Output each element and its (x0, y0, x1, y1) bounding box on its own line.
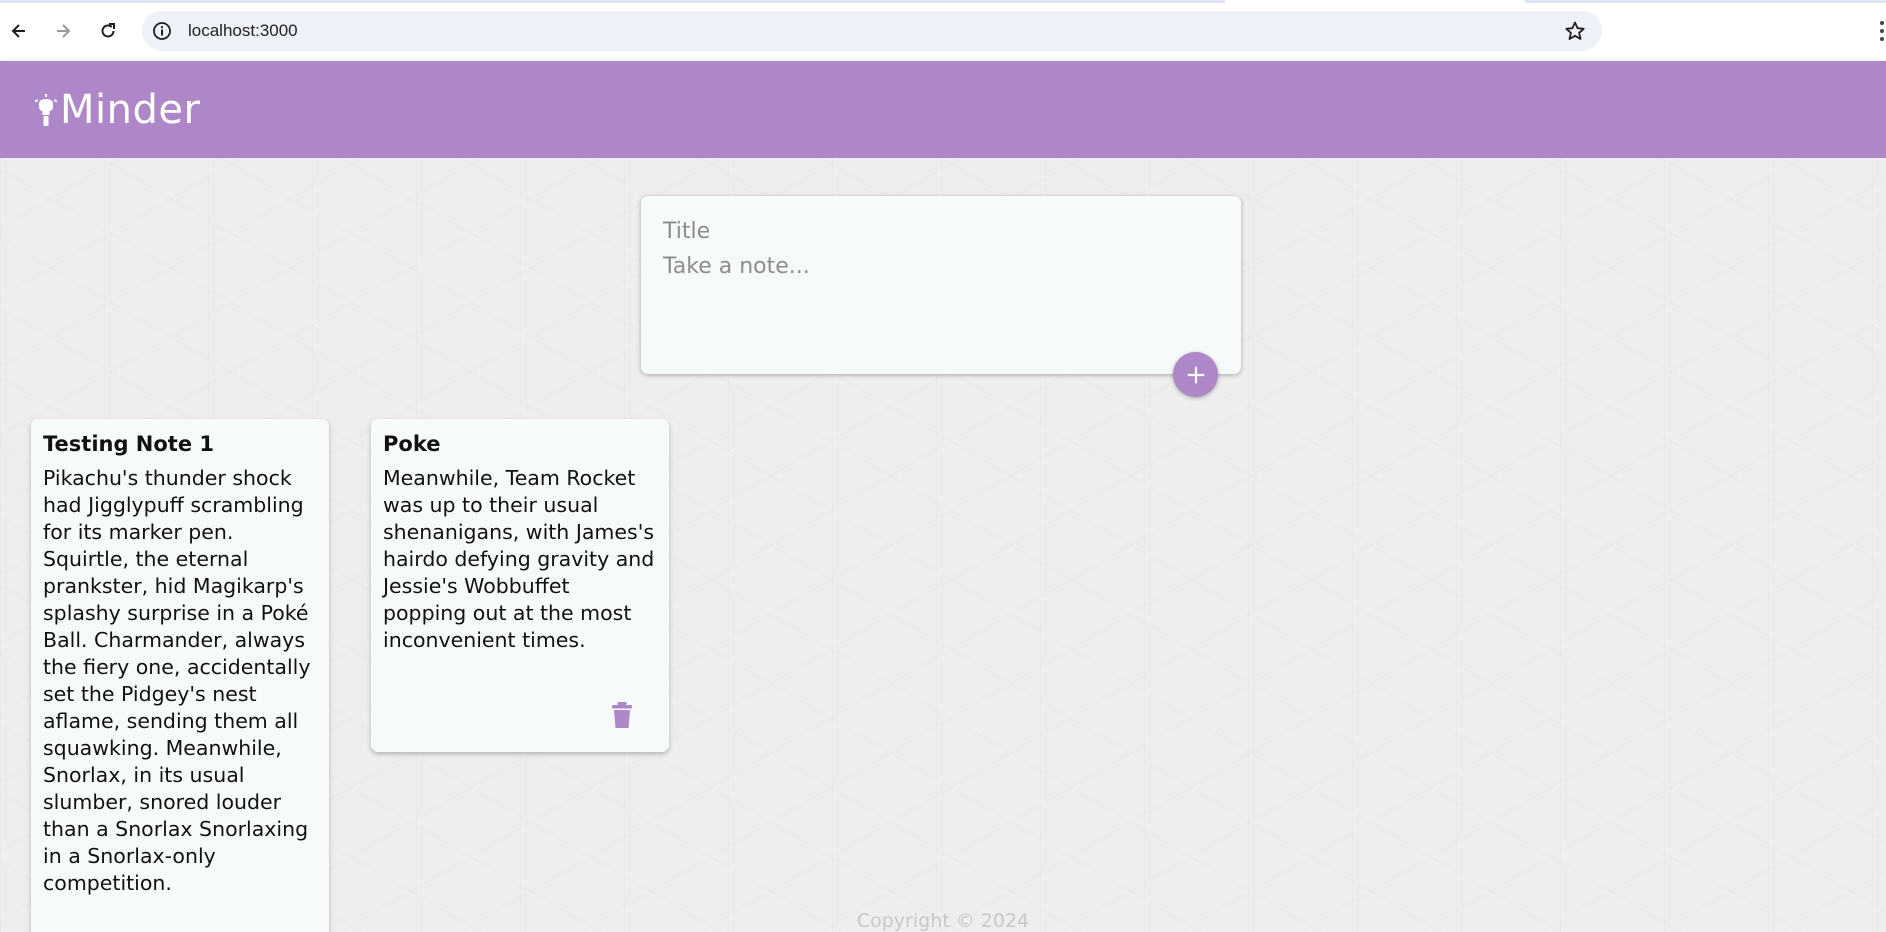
trash-icon (612, 702, 632, 728)
note-card: Poke Meanwhile, Team Rocket was up to th… (371, 419, 669, 752)
note-content: Meanwhile, Team Rocket was up to their u… (383, 466, 655, 652)
star-icon[interactable] (1564, 20, 1586, 42)
add-note-button[interactable] (1173, 352, 1218, 397)
address-bar[interactable]: localhost:3000 (142, 11, 1602, 51)
reload-button[interactable] (93, 16, 123, 46)
footer: Copyright © 2024 (0, 910, 1886, 932)
app-header: Minder (0, 61, 1886, 158)
back-button[interactable] (4, 16, 34, 46)
note-content: Pikachu's thunder shock had Jigglypuff s… (43, 466, 311, 895)
plus-icon (1187, 366, 1204, 383)
url-text[interactable]: localhost:3000 (188, 21, 298, 41)
kebab-menu-icon[interactable] (1874, 18, 1886, 44)
arrow-right-icon (57, 24, 71, 38)
info-icon[interactable] (152, 21, 172, 41)
lightbulb-icon (34, 94, 58, 126)
browser-toolbar: localhost:3000 (0, 0, 1886, 61)
reload-icon (101, 23, 115, 38)
copyright-text: Copyright © 2024 (856, 910, 1030, 932)
note-content-input[interactable] (663, 254, 1213, 354)
note-card: Testing Note 1 Pikachu's thunder shock h… (31, 419, 329, 932)
note-title: Testing Note 1 (43, 432, 215, 456)
forward-button[interactable] (48, 16, 78, 46)
delete-note-button[interactable] (609, 700, 635, 730)
create-note-form (641, 196, 1241, 374)
note-title-input[interactable] (663, 216, 1213, 246)
brand-name: Minder (60, 87, 201, 133)
note-title: Poke (383, 432, 441, 456)
tab-strip (0, 0, 1886, 3)
arrow-left-icon (11, 24, 25, 38)
